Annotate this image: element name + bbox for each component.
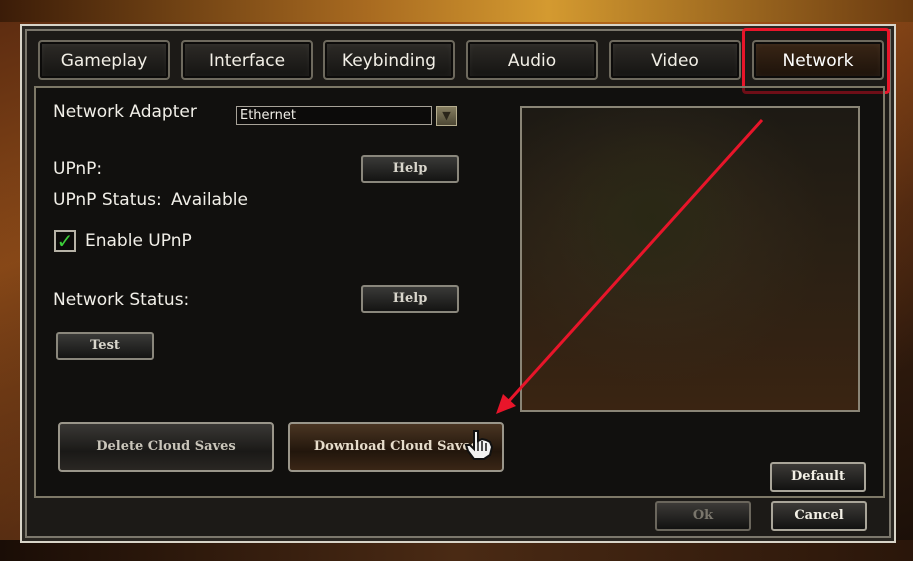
upnp-status-value: Available	[171, 190, 248, 210]
check-icon: ✓	[56, 229, 74, 253]
network-adapter-select[interactable]: Ethernet	[236, 106, 432, 125]
default-button[interactable]: Default	[770, 462, 866, 492]
hand-cursor-icon	[464, 430, 494, 460]
network-adapter-label: Network Adapter	[53, 102, 197, 122]
upnp-status-label: UPnP Status:	[53, 190, 162, 210]
background-preview-image	[520, 106, 860, 412]
ok-button[interactable]: Ok	[655, 501, 751, 531]
cancel-button[interactable]: Cancel	[771, 501, 867, 531]
network-status-label: Network Status:	[53, 290, 190, 310]
annotation-highlight-box	[742, 28, 890, 94]
background-art-bottom	[0, 540, 913, 561]
upnp-help-button[interactable]: Help	[361, 155, 459, 183]
background-art-top	[0, 0, 913, 22]
enable-upnp-checkbox[interactable]: ✓	[54, 230, 76, 252]
delete-cloud-saves-button[interactable]: Delete Cloud Saves	[58, 422, 274, 472]
tab-audio[interactable]: Audio	[466, 40, 598, 80]
tab-video[interactable]: Video	[609, 40, 741, 80]
dropdown-arrow-icon[interactable]: ▼	[436, 106, 457, 126]
tab-gameplay[interactable]: Gameplay	[38, 40, 170, 80]
preview-tree-art	[552, 128, 752, 308]
test-button[interactable]: Test	[56, 332, 154, 360]
enable-upnp-label: Enable UPnP	[85, 231, 192, 251]
tab-keybinding[interactable]: Keybinding	[323, 40, 455, 80]
network-status-help-button[interactable]: Help	[361, 285, 459, 313]
upnp-label: UPnP:	[53, 159, 103, 179]
tab-interface[interactable]: Interface	[181, 40, 313, 80]
network-settings-panel: Network Adapter Ethernet ▼ UPnP: Help UP…	[34, 86, 885, 498]
settings-window: Gameplay Interface Keybinding Audio Vide…	[20, 24, 896, 543]
